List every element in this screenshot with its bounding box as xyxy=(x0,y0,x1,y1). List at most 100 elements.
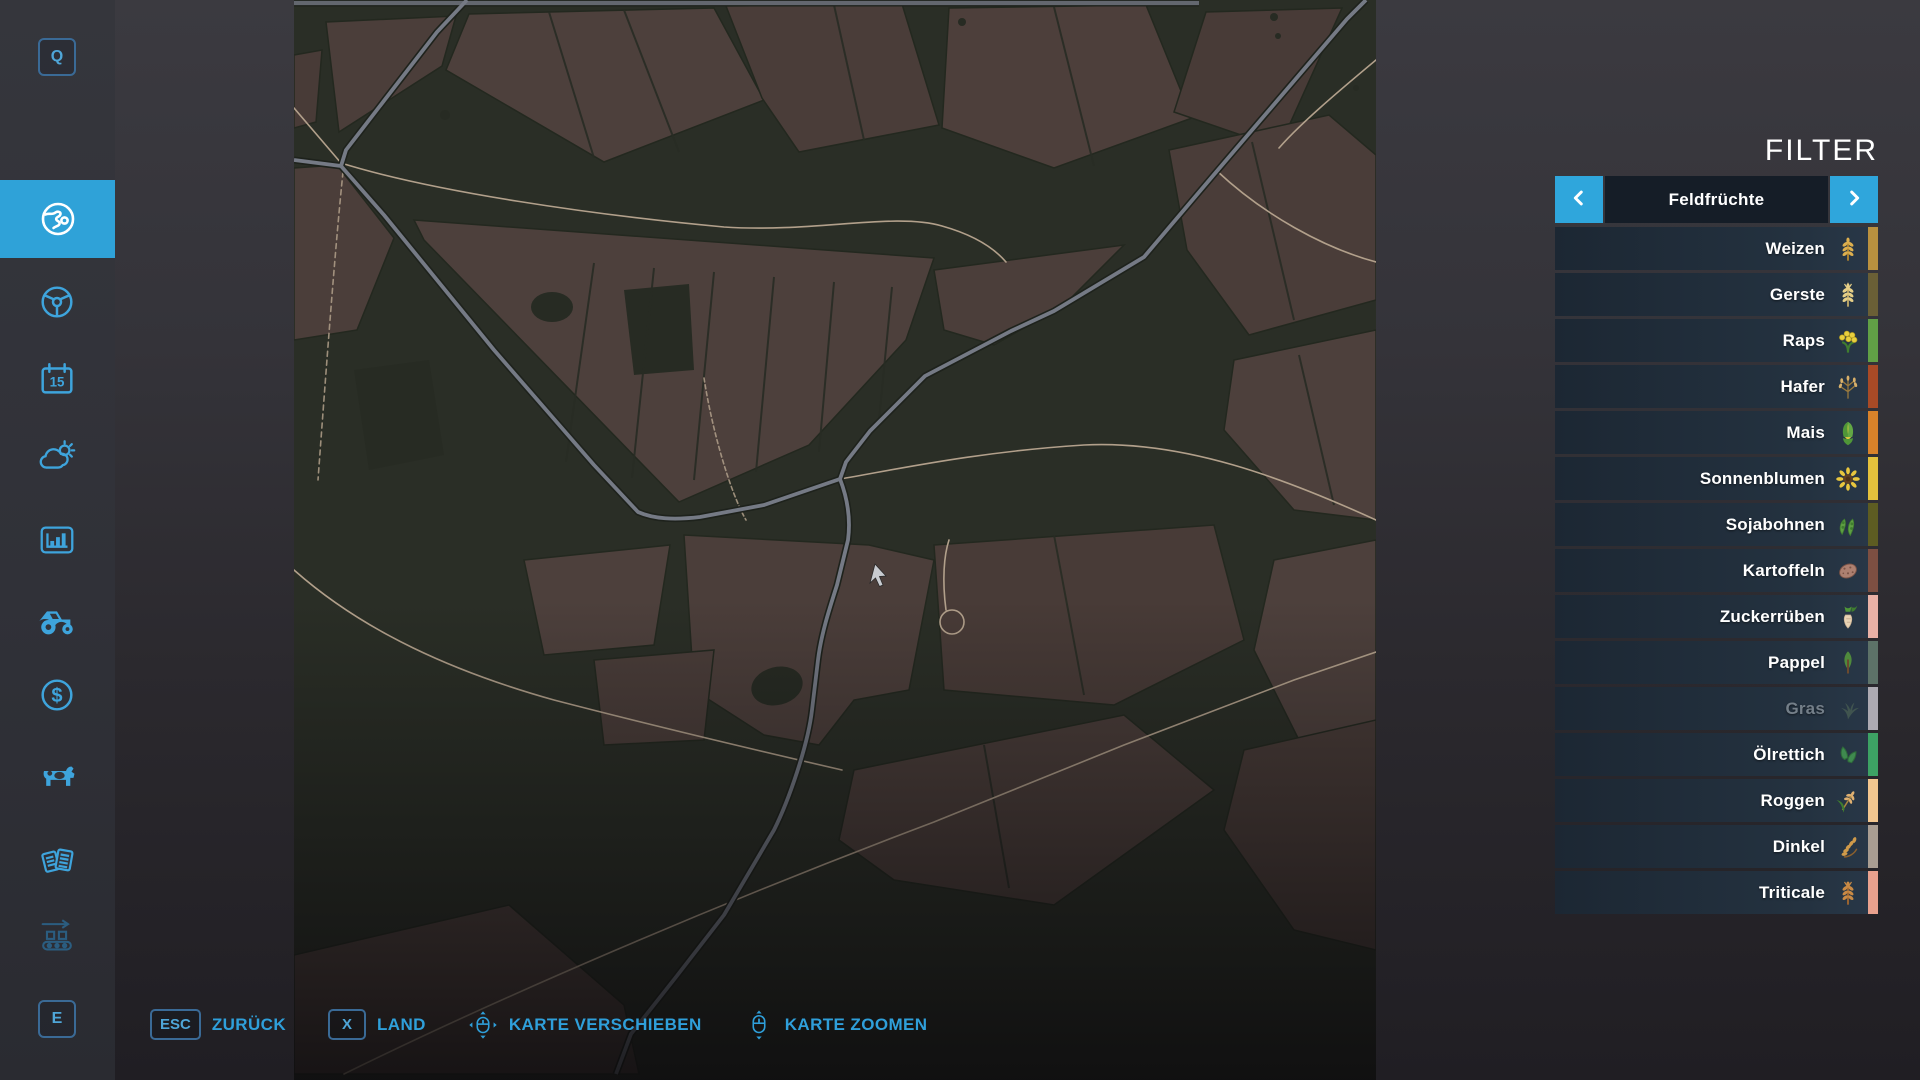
calendar-icon: 15 xyxy=(36,359,78,401)
action-land[interactable]: X LAND xyxy=(328,1009,426,1040)
weather-icon xyxy=(36,437,78,479)
filter-row-mais[interactable]: Mais xyxy=(1555,411,1878,454)
chevron-right-icon xyxy=(1843,187,1865,212)
filter-category-selector: Feldfrüchte xyxy=(1555,176,1878,223)
filter-row-raps[interactable]: Raps xyxy=(1555,319,1878,362)
crop-label: Roggen xyxy=(1761,791,1825,811)
crop-color-strip xyxy=(1868,733,1878,776)
sugar-beet-icon xyxy=(1834,603,1862,631)
crop-color-strip xyxy=(1868,825,1878,868)
wheat-icon xyxy=(1834,235,1862,263)
filter-next-button[interactable] xyxy=(1830,176,1878,223)
crop-color-strip xyxy=(1868,365,1878,408)
filter-prev-button[interactable] xyxy=(1555,176,1603,223)
filter-row-body: Sonnenblumen xyxy=(1555,457,1868,500)
filter-row-body: Pappel xyxy=(1555,641,1868,684)
crop-label: Ölrettich xyxy=(1753,745,1825,765)
filter-crop-list: Weizen GersteRaps Hafer Mais Sonnenblumen Soj… xyxy=(1555,227,1878,914)
crop-color-strip xyxy=(1868,779,1878,822)
filter-row-body: Hafer xyxy=(1555,365,1868,408)
crop-label: Pappel xyxy=(1768,653,1825,673)
documents-icon xyxy=(36,841,78,883)
action-karte-verschieben: KARTE VERSCHIEBEN xyxy=(468,1010,702,1040)
mouse-zoom-icon xyxy=(744,1010,774,1040)
filter-row-zuckerrueben[interactable]: Zuckerrüben xyxy=(1555,595,1878,638)
action-karte-zoomen: KARTE ZOOMEN xyxy=(744,1010,928,1040)
tractor-icon xyxy=(36,599,78,641)
corn-icon xyxy=(1834,419,1862,447)
filter-row-gerste[interactable]: Gerste xyxy=(1555,273,1878,316)
sidebar-item-weather[interactable] xyxy=(27,428,87,488)
bottom-action-bar: ESCZURÜCK X LAND KARTE VERSCHIEBEN KARTE ZOO… xyxy=(150,1009,927,1040)
mouse-pan-icon xyxy=(468,1010,498,1040)
filter-row-sojabohnen[interactable]: Sojabohnen xyxy=(1555,503,1878,546)
crop-label: Mais xyxy=(1786,423,1825,443)
filter-row-body: Mais xyxy=(1555,411,1868,454)
filter-row-weizen[interactable]: Weizen xyxy=(1555,227,1878,270)
crop-label: Hafer xyxy=(1781,377,1825,397)
barley-icon xyxy=(1834,281,1862,309)
grass-icon xyxy=(1834,695,1862,723)
crop-label: Sonnenblumen xyxy=(1700,469,1825,489)
rye-icon xyxy=(1834,787,1862,815)
filter-row-pappel[interactable]: Pappel xyxy=(1555,641,1878,684)
spelt-icon xyxy=(1834,833,1862,861)
sidebar-item-vehicles[interactable] xyxy=(27,272,87,332)
crop-color-strip xyxy=(1868,503,1878,546)
sidebar-item-statistics[interactable] xyxy=(27,510,87,570)
crop-color-strip xyxy=(1868,687,1878,730)
filter-row-hafer[interactable]: Hafer xyxy=(1555,365,1878,408)
filter-row-body: Raps xyxy=(1555,319,1868,362)
action-label: LAND xyxy=(377,1015,426,1035)
sidebar: Q 15$ E xyxy=(0,0,115,1080)
crop-label: Weizen xyxy=(1766,239,1825,259)
crop-color-strip xyxy=(1868,227,1878,270)
crop-label: Triticale xyxy=(1759,883,1825,903)
world-map[interactable] xyxy=(294,0,1376,1080)
filter-row-dinkel[interactable]: Dinkel xyxy=(1555,825,1878,868)
filter-row-body: Kartoffeln xyxy=(1555,549,1868,592)
action-label: KARTE ZOOMEN xyxy=(785,1015,928,1035)
filter-title: FILTER xyxy=(1765,134,1878,168)
chevron-left-icon xyxy=(1568,187,1590,212)
canola-icon xyxy=(1834,327,1862,355)
filter-row-body: Sojabohnen xyxy=(1555,503,1868,546)
filter-row-oelrettich[interactable]: Ölrettich xyxy=(1555,733,1878,776)
soybean-icon xyxy=(1834,511,1862,539)
crop-label: Dinkel xyxy=(1773,837,1825,857)
action-zurueck[interactable]: ESCZURÜCK xyxy=(150,1009,286,1040)
x-key-hint: X xyxy=(328,1009,366,1040)
crop-color-strip xyxy=(1868,319,1878,362)
sidebar-item-garage[interactable] xyxy=(27,590,87,650)
filter-row-triticale[interactable]: Triticale xyxy=(1555,871,1878,914)
bar-chart-icon xyxy=(36,519,78,561)
map-vignette xyxy=(294,600,1376,1080)
crop-color-strip xyxy=(1868,641,1878,684)
sidebar-item-production[interactable] xyxy=(27,907,87,967)
crop-label: Zuckerrüben xyxy=(1720,607,1825,627)
sidebar-item-map[interactable] xyxy=(0,180,115,258)
poplar-icon xyxy=(1834,649,1862,677)
sidebar-item-finances[interactable]: $ xyxy=(27,665,87,725)
filter-row-body: Gerste xyxy=(1555,273,1868,316)
crop-color-strip xyxy=(1868,595,1878,638)
globe-icon xyxy=(36,197,80,241)
filter-row-body: Ölrettich xyxy=(1555,733,1868,776)
sunflower-icon xyxy=(1834,465,1862,493)
filter-row-body: Roggen xyxy=(1555,779,1868,822)
filter-row-roggen[interactable]: Roggen xyxy=(1555,779,1878,822)
crop-label: Kartoffeln xyxy=(1743,561,1825,581)
crop-color-strip xyxy=(1868,457,1878,500)
filter-row-kartoffeln[interactable]: Kartoffeln xyxy=(1555,549,1878,592)
filter-row-gras[interactable]: Gras xyxy=(1555,687,1878,730)
sidebar-item-calendar[interactable]: 15 xyxy=(27,350,87,410)
filter-row-sonnenblumen[interactable]: Sonnenblumen xyxy=(1555,457,1878,500)
filter-row-body: Triticale xyxy=(1555,871,1868,914)
crop-color-strip xyxy=(1868,273,1878,316)
sidebar-item-animals[interactable] xyxy=(27,748,87,808)
crop-color-strip xyxy=(1868,549,1878,592)
sidebar-item-contracts[interactable] xyxy=(27,832,87,892)
fs19-map-screen: Q 15$ E FILTER Feldfrüchte WeizenGersteR… xyxy=(0,0,1920,1080)
filter-category-bar: Feldfrüchte xyxy=(1605,176,1828,223)
filter-row-body: Gras xyxy=(1555,687,1868,730)
